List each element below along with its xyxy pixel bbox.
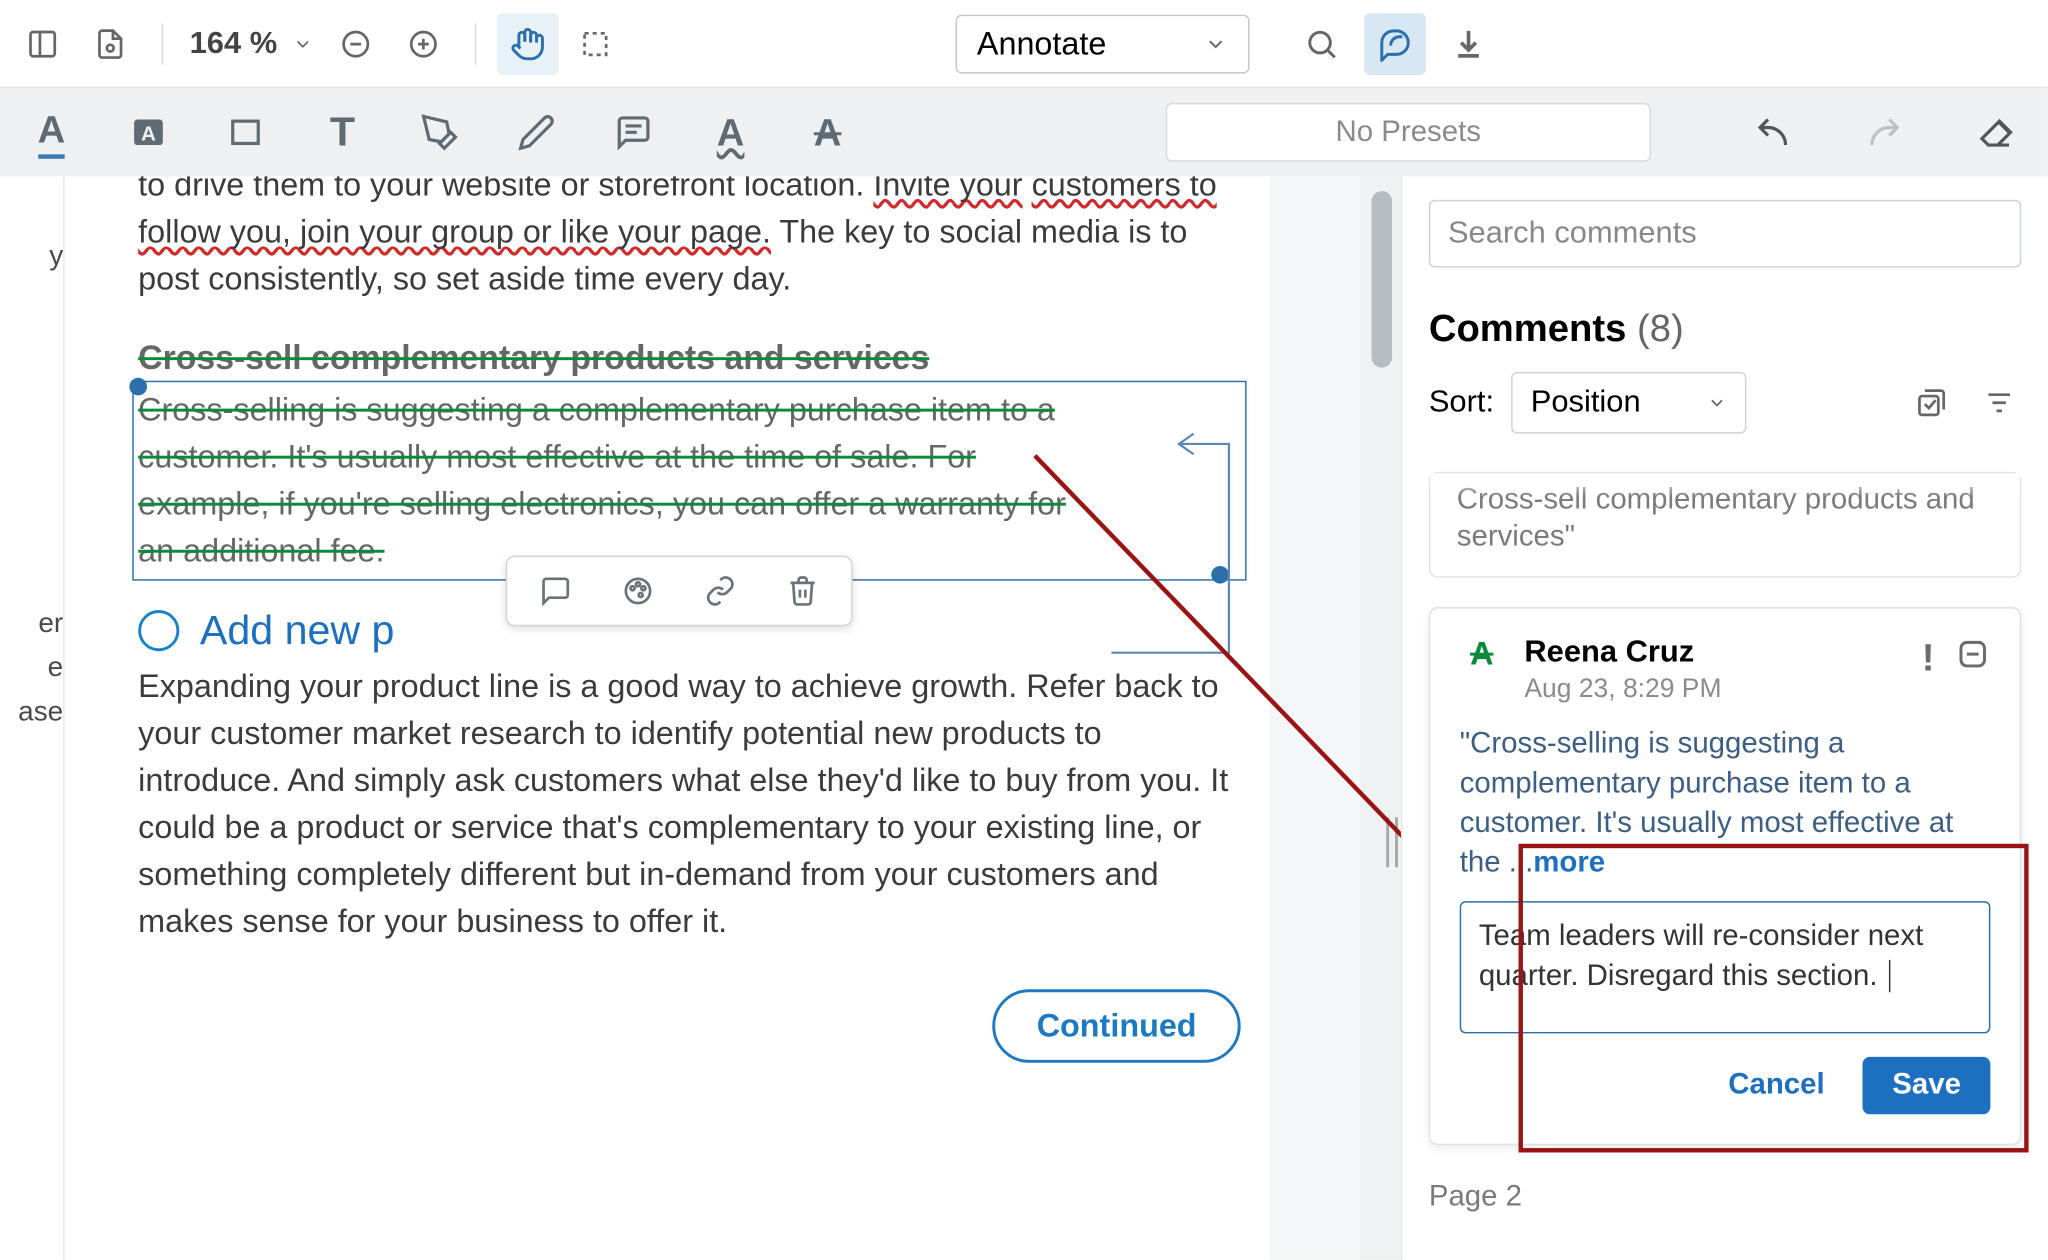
priority-icon[interactable]: ! — [1922, 635, 1935, 681]
strikethrough-annotation-icon: A — [1460, 635, 1504, 673]
strikethrough-selection[interactable]: Cross-selling is suggesting a complement… — [138, 387, 1241, 575]
comment-card-active: A Reena Cruz Aug 23, 8:29 PM ! "Cross-se — [1429, 607, 2021, 1145]
mode-select[interactable]: Annotate — [955, 14, 1249, 73]
highlight-block-tool-button[interactable]: A — [115, 98, 183, 166]
body-paragraph: Expanding your product line is a good wa… — [138, 663, 1241, 945]
presets-label: No Presets — [1336, 115, 1481, 149]
download-button[interactable] — [1437, 12, 1499, 74]
delete-action-button[interactable] — [781, 569, 825, 613]
annotation-toolbar: A A T A A No Presets — [0, 88, 2048, 176]
page-settings-button[interactable] — [79, 12, 141, 74]
rectangle-tool-button[interactable] — [212, 98, 280, 166]
annotation-context-toolbar — [506, 556, 853, 627]
comments-icon — [1377, 26, 1412, 61]
note-tool-button[interactable] — [600, 98, 668, 166]
redo-button[interactable] — [1851, 98, 1919, 166]
top-toolbar: 164 % Annotate — [0, 0, 2048, 88]
comment-card-partial[interactable]: Cross-sell complementary products and se… — [1429, 472, 2021, 578]
zoom-out-button[interactable] — [324, 12, 386, 74]
eraser-button[interactable] — [1962, 98, 2030, 166]
vertical-scrollbar[interactable] — [1372, 191, 1393, 367]
comment-quote: "Cross-selling is suggesting a complemen… — [1460, 725, 1991, 884]
panel-toggle-button[interactable] — [12, 12, 74, 74]
comments-heading: Comments (8) — [1429, 306, 2021, 352]
zoom-level: 164 % — [190, 26, 283, 61]
selection-handle-top-left[interactable] — [129, 378, 147, 396]
svg-text:A: A — [141, 122, 156, 145]
comments-search-input[interactable]: Search comments — [1429, 200, 2021, 268]
body-paragraph: to drive them to your website or storefr… — [138, 176, 1241, 302]
pen-tool-button[interactable] — [503, 98, 571, 166]
undo-button[interactable] — [1739, 98, 1807, 166]
search-icon — [1303, 26, 1338, 61]
cancel-button[interactable]: Cancel — [1714, 1057, 1840, 1114]
underline-tool-button[interactable]: A — [18, 98, 86, 166]
chevron-down-icon — [1203, 32, 1227, 56]
zoom-in-button[interactable] — [392, 12, 454, 74]
collapse-icon[interactable] — [1955, 637, 1990, 680]
text-tool-button[interactable]: T — [309, 98, 377, 166]
color-action-button[interactable] — [616, 569, 660, 613]
comments-panel-button[interactable] — [1363, 12, 1425, 74]
page-2-label: Page 2 — [1429, 1180, 2021, 1214]
save-button[interactable]: Save — [1863, 1057, 1990, 1114]
continued-button[interactable]: Continued — [993, 989, 1241, 1063]
mode-select-value: Annotate — [977, 24, 1106, 62]
more-link[interactable]: more — [1533, 847, 1605, 879]
filter-button[interactable] — [1977, 381, 2021, 425]
link-action-button[interactable] — [698, 569, 742, 613]
multi-select-button[interactable] — [1910, 381, 1954, 425]
selection-handle-bottom-right[interactable] — [1211, 566, 1229, 584]
search-button[interactable] — [1290, 12, 1352, 74]
sort-dropdown[interactable]: Position — [1512, 372, 1747, 434]
panel-resize-handle[interactable] — [1386, 817, 1398, 867]
comment-reply-input[interactable]: Team leaders will re-consider next quart… — [1460, 901, 1991, 1033]
sort-label: Sort: — [1429, 385, 1494, 420]
squiggly-tool-button[interactable]: A — [697, 98, 765, 166]
document-viewport[interactable]: to drive them to your website or storefr… — [65, 176, 1401, 1259]
document-page: to drive them to your website or storefr… — [65, 176, 1270, 1259]
comment-action-button[interactable] — [534, 569, 578, 613]
presets-dropdown[interactable]: No Presets — [1166, 103, 1651, 162]
strikethrough-tool-button[interactable]: A — [794, 98, 862, 166]
radio-icon[interactable] — [138, 610, 179, 651]
comment-timestamp: Aug 23, 8:29 PM — [1524, 673, 1721, 704]
marquee-select-button[interactable] — [564, 12, 626, 74]
selection-outline — [132, 381, 1246, 581]
outline-sliver: y er e ase — [0, 176, 65, 1259]
zoom-control[interactable]: 164 % — [184, 26, 319, 61]
download-icon — [1450, 26, 1485, 61]
pan-tool-button[interactable] — [496, 12, 558, 74]
heading-cross-sell: Cross-sell complementary products and se… — [138, 338, 1241, 378]
comment-author: Reena Cruz — [1524, 635, 1721, 670]
comments-panel: Search comments Comments (8) Sort: Posit… — [1401, 176, 2048, 1259]
chevron-down-icon — [1707, 392, 1728, 413]
highlighter-tool-button[interactable] — [406, 98, 474, 166]
chevron-down-icon — [292, 33, 313, 54]
